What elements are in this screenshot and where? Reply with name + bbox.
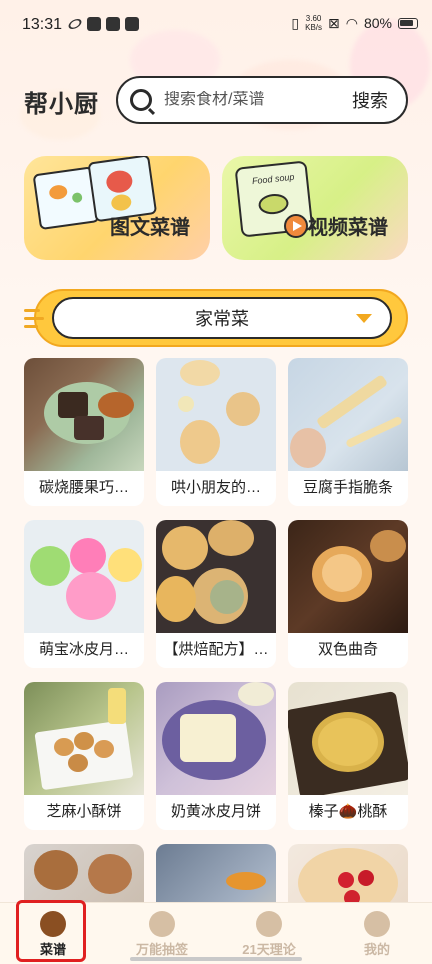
category-value: 家常菜 (195, 309, 249, 329)
dropdown-caret-icon (356, 314, 372, 323)
recipe-image (24, 358, 144, 471)
status-time: 13:31 (22, 16, 63, 33)
play-icon (284, 214, 308, 238)
nav-label: 我的 (363, 942, 390, 957)
sim-icon: ⊠ (328, 14, 340, 31)
app-notification-icon (87, 17, 101, 31)
battery-icon (398, 17, 418, 29)
user-icon (364, 911, 390, 937)
status-bar: 13:31 ▯ 3.60 KB/s ⊠ ◠ 80% (0, 0, 432, 52)
search-bar[interactable]: 搜索 (116, 76, 408, 124)
recipe-card[interactable]: 榛子🌰桃酥 (288, 682, 408, 830)
recipe-title: 豆腐手指脆条 (302, 479, 393, 496)
nav-label: 21天理论 (242, 942, 296, 957)
recipe-title: 芝麻小酥饼 (46, 803, 122, 820)
recipe-card[interactable]: 碳烧腰果巧… (24, 358, 144, 506)
recipe-title: 奶黄冰皮月饼 (170, 803, 261, 820)
recipe-card[interactable]: 芝麻小酥饼 (24, 682, 144, 830)
recipe-image (156, 520, 276, 633)
video-recipes-banner[interactable]: Food soup 视频菜谱 (222, 156, 408, 260)
vibrate-icon: ▯ (291, 14, 300, 31)
network-speed: 3.60 KB/s (305, 14, 323, 32)
search-button[interactable]: 搜索 (352, 87, 388, 113)
scales-icon (256, 911, 282, 937)
recipe-card[interactable]: 萌宝冰皮月… (24, 520, 144, 668)
nav-label: 万能抽签 (135, 942, 188, 957)
wifi-icon: ◠ (345, 14, 358, 31)
recipe-title: 碳烧腰果巧… (38, 479, 129, 496)
recipe-image (24, 682, 144, 795)
recipe-card[interactable]: 【烘焙配方】… (156, 520, 276, 668)
recipe-image (288, 682, 408, 795)
recipe-image (288, 520, 408, 633)
notification-icons (66, 16, 139, 32)
active-tab-highlight (16, 900, 86, 962)
recipe-title: 榛子🌰桃酥 (308, 803, 388, 820)
speed-lines-decoration (24, 309, 44, 333)
battery-percent: 80% (363, 15, 392, 31)
system-status: ▯ 3.60 KB/s ⊠ ◠ 80% (291, 14, 418, 32)
banner-label: 视频菜谱 (308, 217, 388, 239)
tag-icon (149, 911, 175, 937)
recipe-title: 哄小朋友的… (170, 479, 261, 496)
recipe-title: 萌宝冰皮月… (38, 641, 129, 658)
recipe-image (156, 358, 276, 471)
category-selector[interactable]: 家常菜 (24, 289, 408, 347)
nav-item-profile[interactable]: 我的 (332, 907, 422, 958)
search-icon (130, 89, 152, 111)
text-recipes-banner[interactable]: 图文菜谱 (24, 156, 210, 260)
category-dropdown[interactable]: 家常菜 (52, 297, 392, 339)
search-input[interactable] (164, 91, 329, 109)
recipe-image (24, 520, 144, 633)
leaf-notification-icon (66, 16, 84, 32)
recipe-title: 【烘焙配方】… (163, 641, 269, 658)
banner-label: 图文菜谱 (110, 217, 190, 239)
recipe-image (288, 358, 408, 471)
nav-item-lottery[interactable]: 万能抽签 (117, 907, 207, 958)
recipe-title: 双色曲奇 (317, 641, 378, 658)
recipe-card[interactable]: 奶黄冰皮月饼 (156, 682, 276, 830)
recipe-card[interactable]: 双色曲奇 (288, 520, 408, 668)
recipe-image (156, 682, 276, 795)
home-indicator[interactable] (130, 957, 302, 961)
recipe-card[interactable]: 哄小朋友的… (156, 358, 276, 506)
app-notification-icon (125, 17, 139, 31)
recipe-card[interactable]: 豆腐手指脆条 (288, 358, 408, 506)
nav-item-21-days[interactable]: 21天理论 (224, 907, 314, 958)
app-notification-icon (106, 17, 120, 31)
app-logo: 帮小厨 (24, 90, 99, 118)
